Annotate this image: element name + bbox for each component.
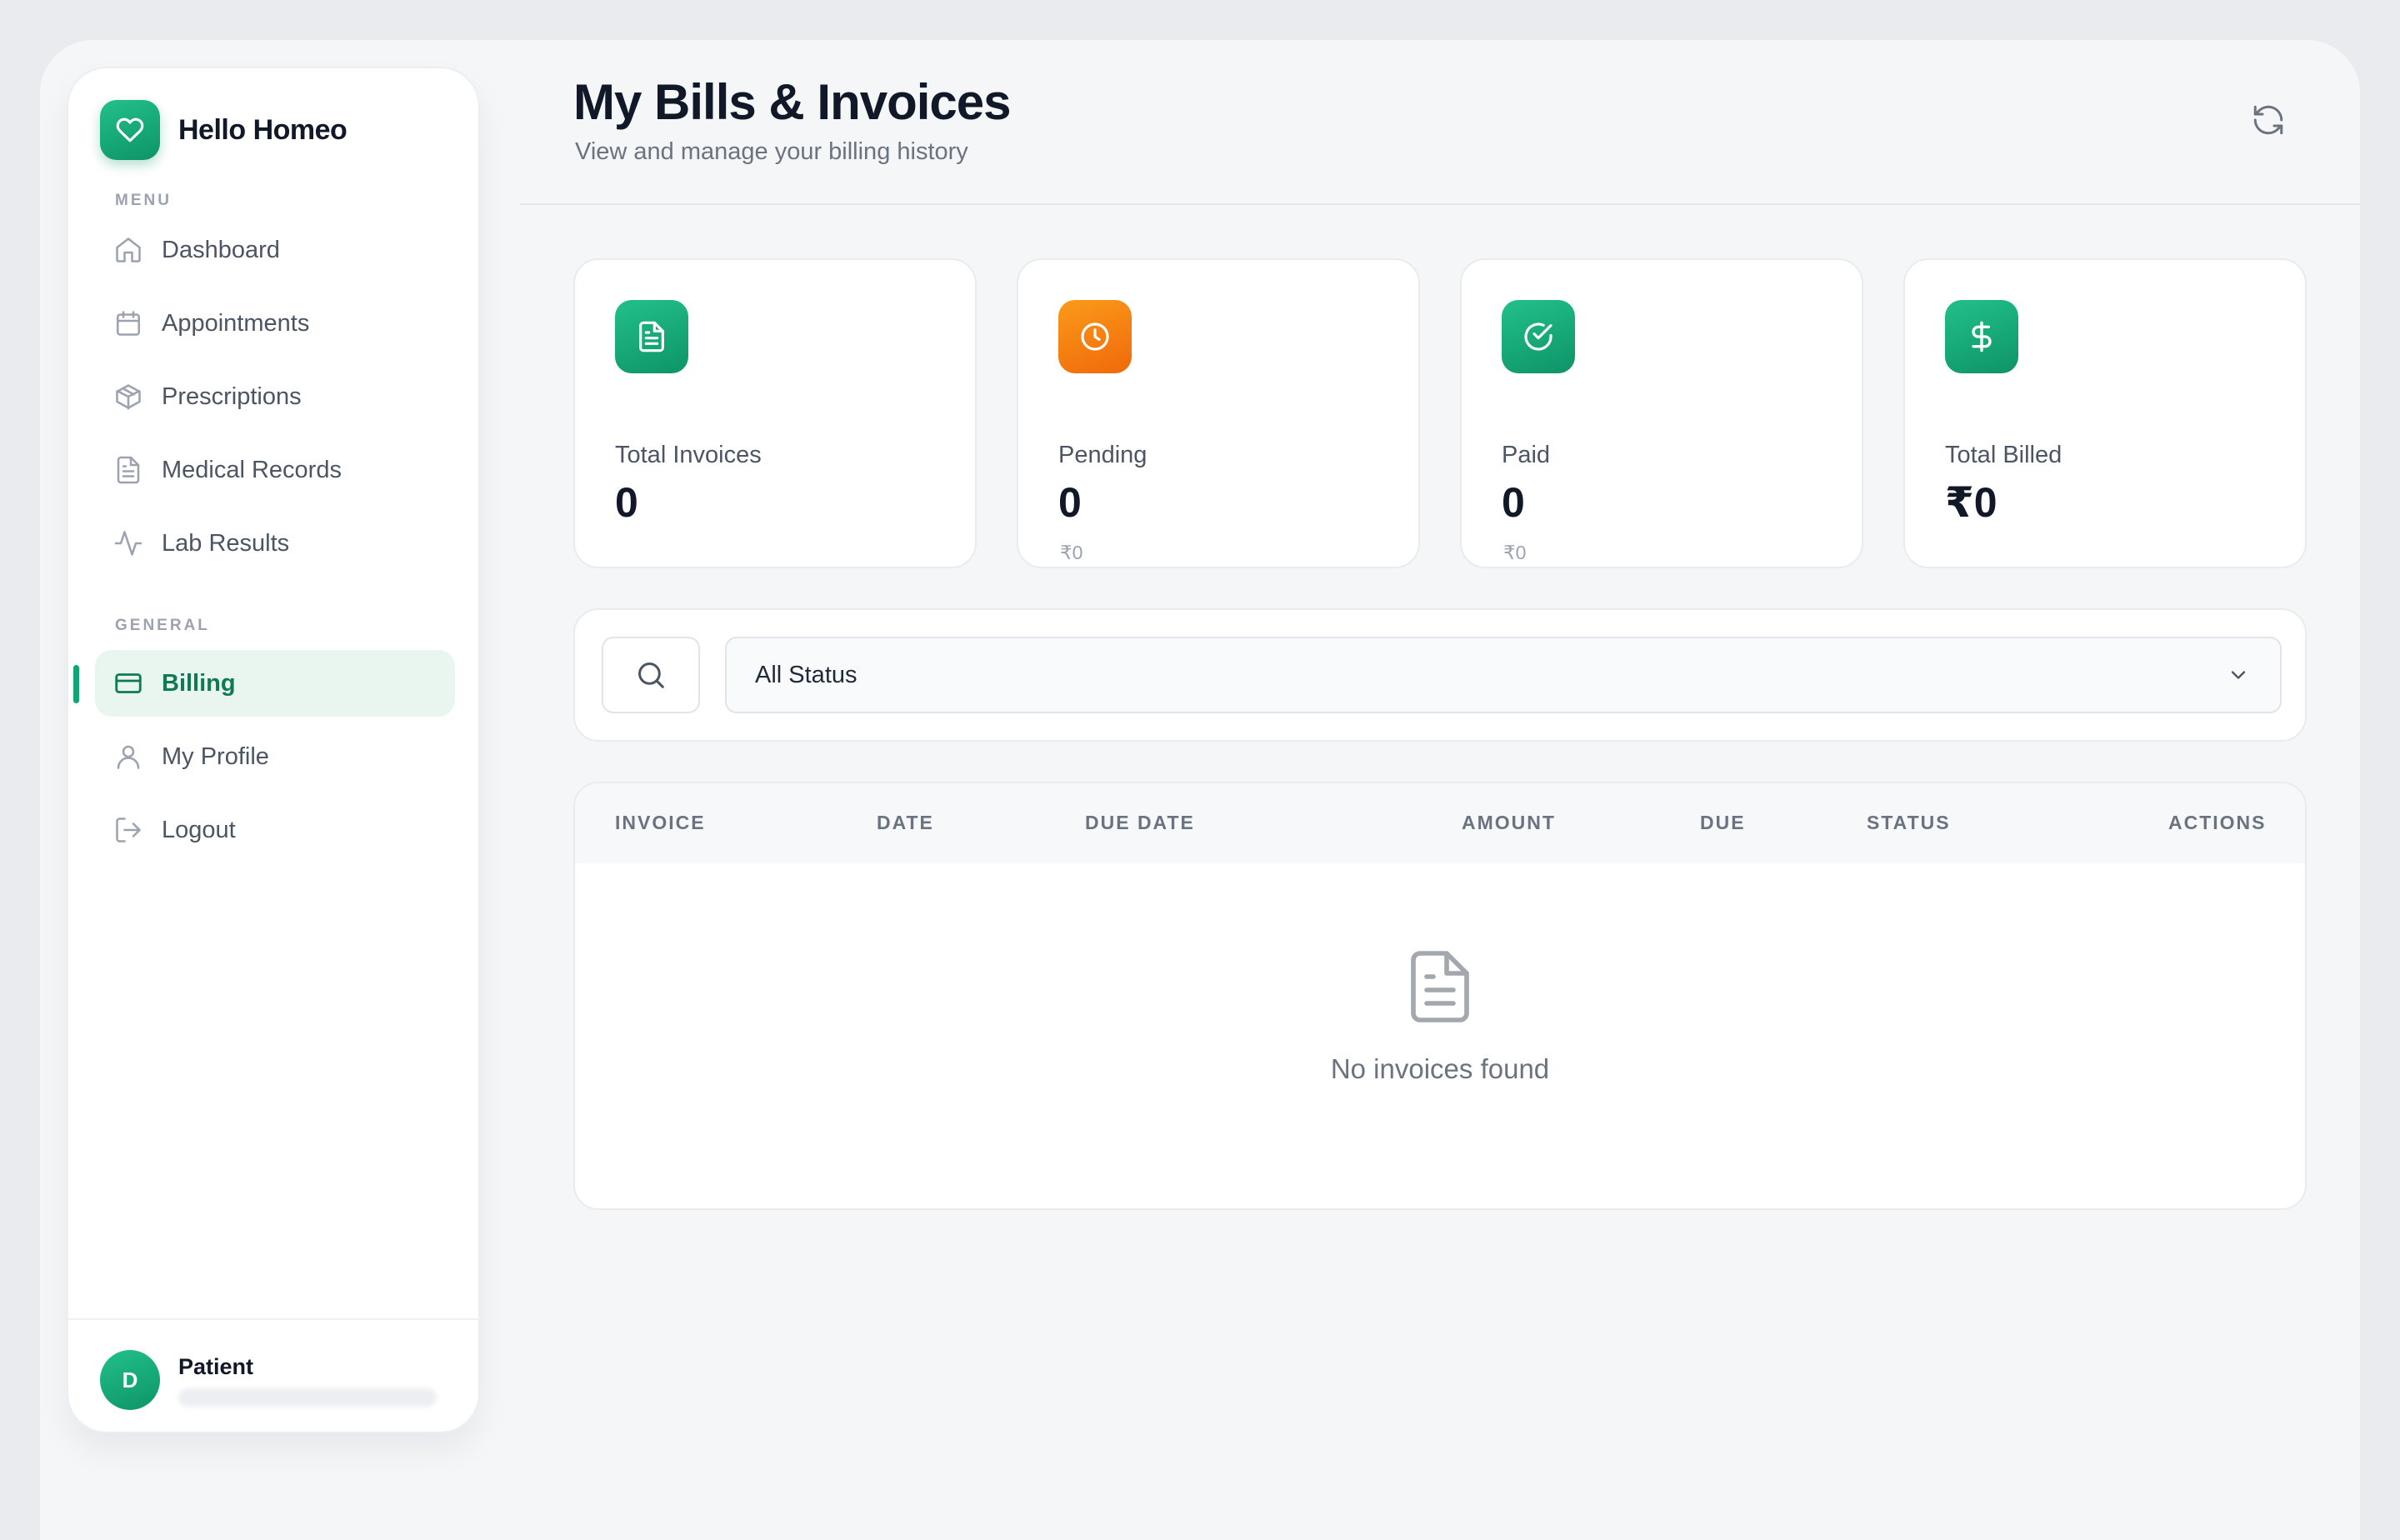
brand[interactable]: Hello Homeo (100, 100, 348, 160)
stat-card-pending: Pending 0 ₹0 (1017, 258, 1420, 568)
refresh-button[interactable] (2247, 98, 2290, 142)
column-header-actions: ACTIONS (2168, 812, 2267, 833)
sidebar-item-billing[interactable]: Billing (73, 650, 455, 717)
file-text-icon (117, 456, 140, 484)
clock-icon (1058, 300, 1132, 373)
status-filter-value: All Status (755, 661, 858, 688)
empty-file-icon (1400, 943, 1480, 1034)
stat-label: Total Invoices (615, 442, 762, 468)
empty-state-text: No invoices found (1330, 1053, 1550, 1084)
header-divider (520, 203, 2360, 205)
user-role: Patient (178, 1353, 254, 1379)
stat-card-paid: Paid 0 ₹0 (1460, 258, 1863, 568)
avatar: D (100, 1350, 160, 1410)
file-text-icon (615, 300, 688, 373)
column-header-due-date[interactable]: DUE DATE (1085, 812, 1195, 834)
menu-section-label: MENU (115, 192, 172, 209)
calendar-icon (116, 311, 141, 336)
stat-label: Paid (1502, 442, 1551, 468)
stat-label: Total Billed (1945, 442, 2062, 468)
chevron-down-icon (2231, 671, 2246, 679)
sidebar-item-appointments[interactable]: Appointments (95, 290, 455, 357)
credit-card-icon (115, 673, 142, 693)
page-subtitle: View and manage your billing history (575, 138, 968, 165)
sidebar-item-label: Billing (162, 669, 236, 697)
sidebar-item-lab-results[interactable]: Lab Results (95, 510, 455, 577)
user-icon (117, 745, 140, 769)
active-indicator (73, 665, 79, 703)
sidebar-item-my-profile[interactable]: My Profile (95, 723, 455, 790)
stat-value: ₹0 (1945, 479, 1998, 526)
sidebar-item-logout[interactable]: Logout (95, 797, 455, 863)
sidebar-item-medical-records[interactable]: Medical Records (95, 437, 455, 503)
column-header-status[interactable]: STATUS (1867, 812, 1951, 834)
stat-label: Pending (1058, 442, 1148, 468)
search-button[interactable] (602, 637, 700, 713)
stat-value: 0 (615, 479, 638, 526)
general-section-label: GENERAL (115, 617, 210, 634)
search-icon (638, 662, 664, 688)
stat-card-total-billed: Total Billed ₹0 (1903, 258, 2307, 568)
stat-amount: ₹0 (1503, 542, 1527, 563)
activity-icon (114, 531, 142, 556)
home-icon (116, 238, 141, 262)
sidebar-item-dashboard[interactable]: Dashboard (95, 217, 455, 283)
dollar-icon (1945, 300, 2018, 373)
divider (68, 1318, 478, 1320)
sidebar-item-label: Dashboard (162, 236, 280, 263)
sidebar-item-prescriptions[interactable]: Prescriptions (95, 363, 455, 430)
sidebar-item-label: Lab Results (162, 529, 290, 557)
sidebar-item-label: Medical Records (162, 456, 342, 483)
column-header-due[interactable]: DUE (1700, 812, 1746, 834)
heart-icon (100, 100, 160, 160)
sidebar: Hello Homeo MENU Dashboard Appointments … (67, 67, 480, 1433)
stat-value: 0 (1502, 479, 1525, 526)
column-header-date[interactable]: DATE (877, 812, 934, 834)
user-email-redacted (178, 1388, 437, 1407)
app-window: Hello Homeo MENU Dashboard Appointments … (40, 40, 2360, 1540)
logout-icon (116, 818, 141, 842)
stat-value: 0 (1058, 479, 1082, 526)
package-icon (116, 384, 141, 410)
column-header-invoice[interactable]: INVOICE (615, 812, 706, 834)
check-circle-icon (1502, 300, 1575, 373)
stat-card-total-invoices: Total Invoices 0 (573, 258, 977, 568)
filter-bar: All Status (573, 608, 2307, 742)
brand-name: Hello Homeo (178, 113, 348, 146)
refresh-icon (2253, 105, 2283, 135)
sidebar-item-label: Prescriptions (162, 382, 302, 410)
sidebar-item-label: Appointments (162, 309, 310, 337)
table-header: INVOICE DATE DUE DATE AMOUNT DUE STATUS … (575, 783, 2305, 863)
page-title: My Bills & Invoices (573, 74, 1012, 130)
invoices-table: INVOICE DATE DUE DATE AMOUNT DUE STATUS … (573, 782, 2307, 1210)
status-filter-select[interactable]: All Status (725, 637, 2282, 713)
sidebar-item-label: My Profile (162, 742, 269, 770)
sidebar-item-label: Logout (162, 816, 236, 843)
user-profile[interactable]: D Patient (100, 1350, 437, 1410)
column-header-amount[interactable]: AMOUNT (1462, 812, 1556, 834)
stat-amount: ₹0 (1060, 542, 1083, 563)
